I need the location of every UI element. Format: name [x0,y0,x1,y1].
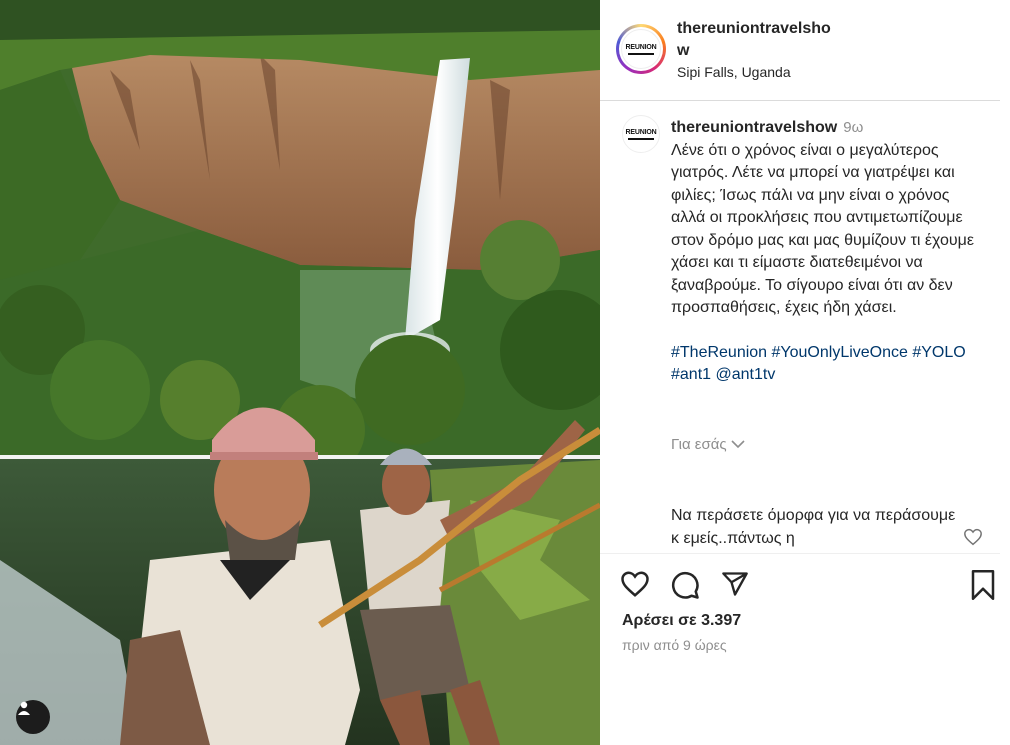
comment-text: Να περάσετε όμορφα για να περάσουμε κ εμ… [671,507,956,547]
caption-avatar[interactable]: REUNION [622,115,660,153]
post-sidebar: REUNION thereuniontravelshow Sipi Falls,… [600,0,1010,745]
caption-username[interactable]: thereuniontravelshow [671,119,837,136]
header-username[interactable]: thereuniontravelshow [677,18,837,62]
caption-body: thereuniontravelshow 9ω Λένε ότι ο χρόνος… [671,117,983,387]
bookmark-icon[interactable] [970,570,996,605]
chevron-down-icon [731,436,745,453]
post-photo [0,0,600,745]
translate-label: Για εσάς [671,436,727,453]
comment-like-icon[interactable] [963,528,983,551]
caption-hashtags[interactable]: #TheReunion #YouOnlyLiveOnce #YOLO #ant1… [671,342,983,387]
post-media[interactable] [0,0,600,745]
reunion-logo: REUNION [621,29,661,69]
avatar[interactable]: REUNION [616,24,666,74]
tagged-user-button[interactable] [16,700,50,734]
likes-count[interactable]: Αρέσει σε 3.397 [622,612,741,630]
caption-time[interactable]: 9ω [843,119,863,136]
comment-icon[interactable] [670,570,700,605]
caption-area: REUNION thereuniontravelshow 9ω Λένε ότι … [600,101,1000,553]
post-actions [600,554,1000,614]
post-timestamp[interactable]: πριν από 9 ώρες [622,637,727,653]
share-icon[interactable] [720,570,750,603]
translate-toggle[interactable]: Για εσάς [671,436,745,453]
caption-text: Λένε ότι ο χρόνος είναι ο μεγαλύτερος γι… [671,141,975,317]
heart-icon[interactable] [620,570,650,603]
header-location[interactable]: Sipi Falls, Uganda [677,64,791,80]
post-header: REUNION thereuniontravelshow Sipi Falls,… [600,0,1000,101]
